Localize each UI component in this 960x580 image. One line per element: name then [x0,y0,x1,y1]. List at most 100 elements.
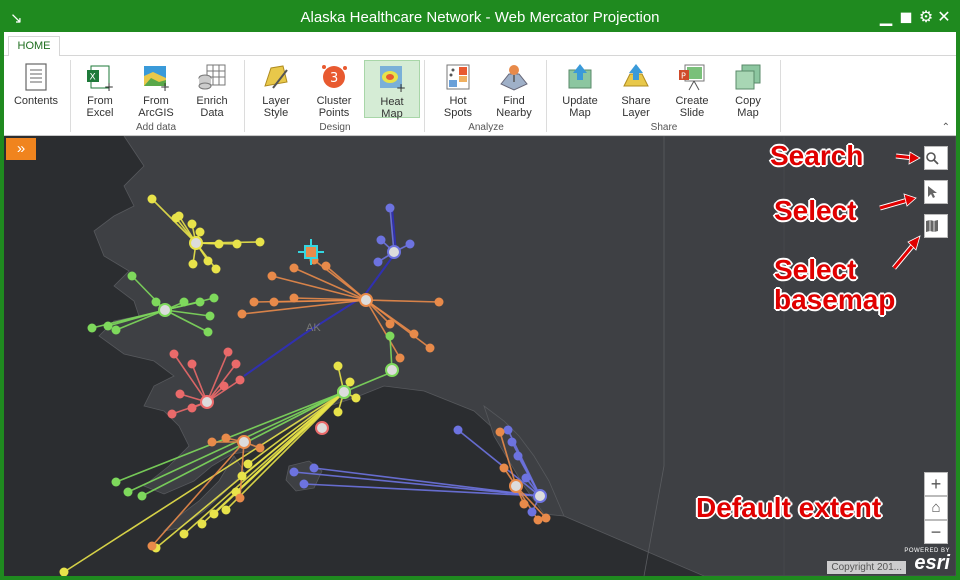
facility-point[interactable] [269,297,279,307]
facility-point[interactable] [267,271,277,281]
hub-point[interactable] [315,421,329,435]
map-view[interactable]: AK » + ⌂ − Search Select Select basemap … [4,136,956,576]
facility-point[interactable] [151,297,161,307]
facility-point[interactable] [333,407,343,417]
facility-point[interactable] [219,381,229,391]
facility-point[interactable] [209,293,219,303]
facility-point[interactable] [187,219,197,229]
copy-map-button[interactable]: Copy Map [720,60,776,119]
facility-point[interactable] [169,349,179,359]
facility-point[interactable] [175,389,185,399]
facility-point[interactable] [188,259,198,269]
facility-point[interactable] [333,361,343,371]
minimize-icon[interactable]: ▁ [876,8,896,28]
select-button[interactable] [924,180,948,204]
select-basemap-button[interactable] [924,214,948,238]
facility-point[interactable] [221,505,231,515]
hub-point[interactable] [387,245,401,259]
facility-point[interactable] [111,325,121,335]
facility-point[interactable] [299,479,309,489]
facility-point[interactable] [385,331,395,341]
facility-point[interactable] [385,203,395,213]
collapse-ribbon-icon[interactable]: ⌃ [942,122,950,133]
hub-point[interactable] [533,489,547,503]
hub-point[interactable] [509,479,523,493]
facility-point[interactable] [147,541,157,551]
facility-point[interactable] [137,491,147,501]
facility-point[interactable] [351,393,361,403]
cluster-points-button[interactable]: 3 Cluster Points [306,60,362,119]
facility-point[interactable] [179,297,189,307]
facility-point[interactable] [519,499,529,509]
hub-point[interactable] [237,435,251,449]
find-nearby-button[interactable]: Find Nearby [486,60,542,119]
facility-point[interactable] [231,359,241,369]
close-icon[interactable]: ✕ [934,8,954,28]
facility-point[interactable] [409,329,419,339]
facility-point[interactable] [174,211,184,221]
update-map-button[interactable]: Update Map [552,60,608,119]
facility-point[interactable] [405,239,415,249]
facility-point[interactable] [111,477,121,487]
facility-point[interactable] [373,257,383,267]
facility-point[interactable] [513,451,523,461]
facility-point[interactable] [205,311,215,321]
facility-point[interactable] [237,471,247,481]
zoom-in-button[interactable]: + [924,472,948,496]
facility-point[interactable] [345,377,355,387]
facility-point[interactable] [395,353,405,363]
default-extent-button[interactable]: ⌂ [924,496,948,520]
facility-point[interactable] [59,567,69,577]
facility-point[interactable] [255,237,265,247]
facility-point[interactable] [321,261,331,271]
facility-point[interactable] [376,235,386,245]
layer-style-button[interactable]: Layer Style [248,60,304,119]
facility-point[interactable] [507,437,517,447]
facility-point[interactable] [289,293,299,303]
facility-point[interactable] [195,227,205,237]
facility-point[interactable] [187,403,197,413]
settings-icon[interactable]: ⚙ [916,8,936,28]
facility-point[interactable] [453,425,463,435]
facility-point[interactable] [541,513,551,523]
hub-point[interactable] [385,363,399,377]
facility-point[interactable] [87,323,97,333]
facility-point[interactable] [289,467,299,477]
share-layer-button[interactable]: Share Layer [608,60,664,119]
facility-point[interactable] [235,375,245,385]
facility-point[interactable] [255,443,265,453]
from-arcgis-button[interactable]: + From ArcGIS [128,60,184,119]
facility-point[interactable] [243,459,253,469]
facility-point[interactable] [434,297,444,307]
facility-point[interactable] [533,515,543,525]
facility-point[interactable] [237,309,247,319]
facility-point[interactable] [211,264,221,274]
enrich-data-button[interactable]: Enrich Data [184,60,240,119]
create-slide-button[interactable]: P Create Slide [664,60,720,119]
facility-point[interactable] [521,473,531,483]
hub-point[interactable] [200,395,214,409]
facility-point[interactable] [425,343,435,353]
facility-point[interactable] [203,327,213,337]
facility-point[interactable] [221,433,231,443]
facility-point[interactable] [209,509,219,519]
facility-point[interactable] [495,427,505,437]
facility-point[interactable] [385,319,395,329]
from-excel-button[interactable]: X + From Excel [72,60,128,119]
hub-point[interactable] [189,236,203,250]
facility-point[interactable] [195,297,205,307]
facility-point[interactable] [527,507,537,517]
facility-point[interactable] [147,194,157,204]
tab-home[interactable]: HOME [8,36,60,57]
expand-panel-button[interactable]: » [6,138,36,160]
facility-point[interactable] [249,297,259,307]
facility-point[interactable] [123,487,133,497]
search-button[interactable] [924,146,948,170]
facility-point[interactable] [309,463,319,473]
heat-map-button[interactable]: + Heat Map [364,60,420,120]
hub-point[interactable] [337,385,351,399]
facility-point[interactable] [207,437,217,447]
hot-spots-button[interactable]: Hot Spots [430,60,486,119]
facility-point[interactable] [179,529,189,539]
facility-point[interactable] [197,519,207,529]
